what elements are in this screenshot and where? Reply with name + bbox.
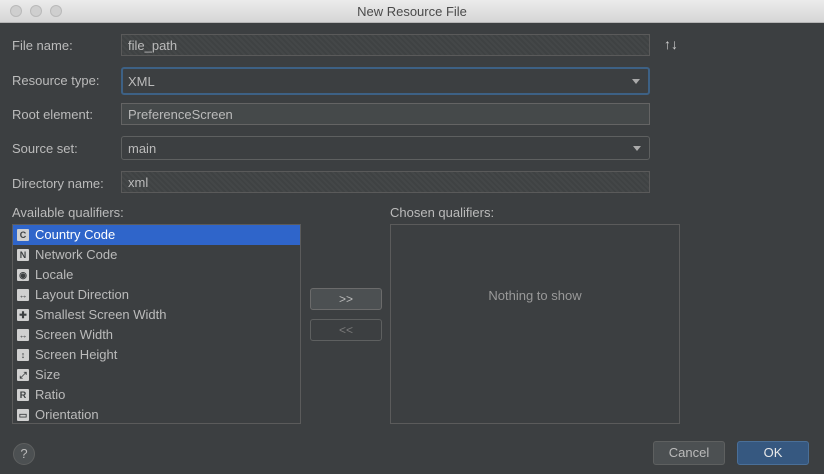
remove-qualifier-button[interactable]: << [310, 319, 382, 341]
screen-width-icon: ↔ [17, 329, 29, 341]
qualifier-item[interactable]: C Country Code [13, 225, 300, 245]
size-icon: ⤢ [17, 369, 29, 381]
chosen-qualifiers-list[interactable]: Nothing to show [390, 224, 680, 424]
qualifier-item[interactable]: ↔ Screen Width [13, 325, 300, 345]
globe-icon: ◉ [17, 269, 29, 281]
available-qualifiers-list[interactable]: C Country Code N Network Code ◉ Locale ↔ Layout… [12, 224, 301, 424]
screen-height-icon: ↕ [17, 349, 29, 361]
chevron-down-icon [632, 79, 640, 84]
file-name-label: File name: [12, 38, 73, 53]
network-code-icon: N [17, 249, 29, 261]
file-name-field[interactable]: file_path [121, 34, 650, 56]
qualifier-label: Ratio [35, 387, 66, 402]
qualifier-label: Screen Width [35, 327, 114, 342]
title-bar: New Resource File [0, 0, 824, 23]
qualifier-label: Network Code [35, 247, 118, 262]
qualifier-label: Locale [35, 267, 74, 282]
qualifier-label: Country Code [35, 227, 116, 242]
qualifier-label: Layout Direction [35, 287, 129, 302]
root-element-label: Root element: [12, 107, 93, 122]
qualifier-label: Smallest Screen Width [35, 307, 167, 322]
qualifier-item[interactable]: ✚ Smallest Screen Width [13, 305, 300, 325]
source-set-label: Source set: [12, 141, 78, 156]
smallest-width-icon: ✚ [17, 309, 29, 321]
empty-state-text: Nothing to show [488, 288, 582, 303]
directory-name-label: Directory name: [12, 176, 104, 191]
qualifier-item[interactable]: ⤢ Size [13, 365, 300, 385]
chosen-qualifiers-label: Chosen qualifiers: [390, 205, 495, 220]
layout-direction-icon: ↔ [17, 289, 29, 301]
cancel-button[interactable]: Cancel [653, 441, 725, 465]
add-qualifier-button[interactable]: >> [310, 288, 382, 310]
qualifier-item[interactable]: ↔ Layout Direction [13, 285, 300, 305]
sort-icon[interactable]: ↑↓ [664, 36, 678, 52]
ok-button[interactable]: OK [737, 441, 809, 465]
root-element-field[interactable]: PreferenceScreen [121, 103, 650, 125]
country-code-icon: C [17, 229, 29, 241]
qualifier-label: Screen Height [35, 347, 118, 362]
resource-type-value: XML [128, 74, 155, 89]
available-qualifiers-label: Available qualifiers: [12, 205, 124, 220]
qualifier-label: Size [35, 367, 61, 382]
qualifier-item[interactable]: R Ratio [13, 385, 300, 405]
source-set-dropdown[interactable]: main [121, 136, 650, 160]
orientation-icon: ▭ [17, 409, 29, 421]
window-title: New Resource File [357, 4, 467, 19]
resource-type-dropdown[interactable]: XML [121, 67, 650, 95]
ratio-icon: R [17, 389, 29, 401]
source-set-value: main [128, 141, 157, 156]
qualifier-label: Orientation [35, 407, 99, 422]
qualifier-item[interactable]: ↕ Screen Height [13, 345, 300, 365]
qualifier-item[interactable]: ▭ Orientation [13, 405, 300, 423]
qualifier-item[interactable]: N Network Code [13, 245, 300, 265]
chevron-down-icon [633, 146, 641, 151]
qualifier-item[interactable]: ◉ Locale [13, 265, 300, 285]
directory-name-field[interactable]: xml [121, 171, 650, 193]
resource-type-label: Resource type: [12, 73, 100, 88]
help-button[interactable]: ? [13, 443, 35, 465]
